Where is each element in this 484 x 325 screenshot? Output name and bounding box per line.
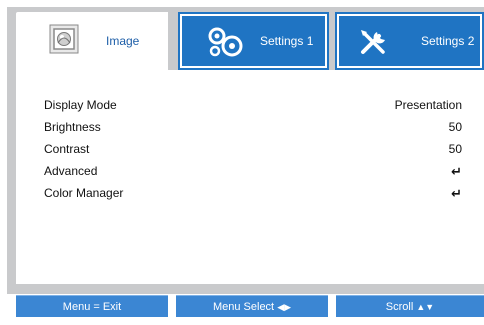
enter-icon: ↵ (451, 164, 462, 179)
footer-bar: Menu = Exit Menu Select ◀▶ Scroll ▲▼ (16, 295, 484, 317)
image-icon (49, 24, 79, 54)
menu-row-contrast[interactable]: Contrast 50 (44, 142, 462, 164)
tab-settings-2[interactable]: Settings 2 (335, 12, 484, 70)
tab-settings-2-label: Settings 2 (421, 34, 475, 48)
menu-row-label: Contrast (44, 142, 90, 156)
menu-row-label: Brightness (44, 120, 101, 134)
tab-settings-1[interactable]: Settings 1 (178, 12, 329, 70)
gears-icon (205, 26, 243, 57)
footer-exit-label: Menu = Exit (62, 301, 122, 313)
left-right-arrows-icon: ◀▶ (277, 302, 292, 312)
menu-content: Display Mode Presentation Brightness 50 … (16, 70, 484, 284)
menu-exit-hint: Menu = Exit (16, 295, 168, 317)
menu-row-color-manager[interactable]: Color Manager ↵ (44, 186, 462, 208)
tab-image[interactable]: Image (16, 12, 168, 70)
menu-row-label: Color Manager (44, 186, 124, 200)
osd-menu: Image Settings 1 Settings 2 Display Mode… (0, 0, 484, 325)
menu-row-value: Presentation (394, 98, 462, 112)
menu-row-label: Advanced (44, 164, 98, 178)
footer-select-label: Menu Select (212, 301, 275, 313)
menu-row-display-mode[interactable]: Display Mode Presentation (44, 98, 462, 120)
menu-row-value: 50 (448, 120, 462, 134)
menu-row-label: Display Mode (44, 98, 117, 112)
menu-select-hint: Menu Select ◀▶ (176, 295, 328, 317)
menu-row-advanced[interactable]: Advanced ↵ (44, 164, 462, 186)
menu-row-brightness[interactable]: Brightness 50 (44, 120, 462, 142)
up-down-arrows-icon: ▲▼ (416, 302, 435, 312)
enter-icon: ↵ (451, 186, 462, 201)
tab-image-label: Image (106, 34, 140, 48)
menu-row-value: 50 (448, 142, 462, 156)
tools-icon (357, 26, 387, 56)
scroll-hint: Scroll ▲▼ (336, 295, 484, 317)
footer-scroll-label: Scroll (385, 301, 414, 313)
tab-settings-1-label: Settings 1 (260, 34, 314, 48)
